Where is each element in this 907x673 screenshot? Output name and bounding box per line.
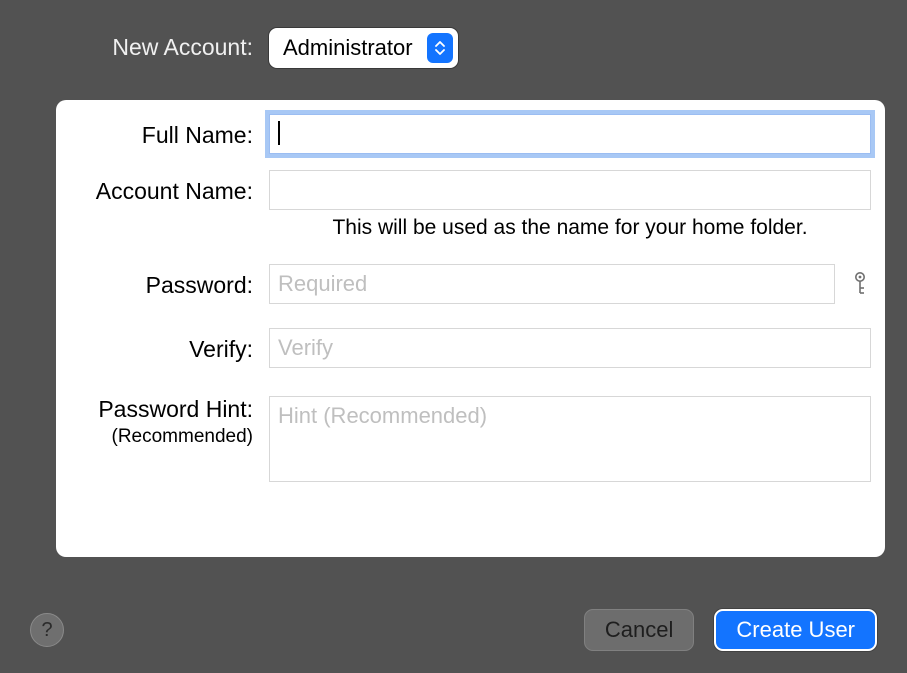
- account-name-row: Account Name: This will be used as the n…: [56, 170, 871, 240]
- full-name-label: Full Name:: [56, 114, 261, 150]
- password-row: Password:: [56, 264, 871, 304]
- full-name-row: Full Name:: [56, 114, 871, 154]
- help-button[interactable]: ?: [30, 613, 64, 647]
- password-input[interactable]: [269, 264, 835, 304]
- create-user-form-panel: Full Name: Account Name: This will be us…: [56, 100, 885, 557]
- password-hint-input[interactable]: [269, 396, 871, 482]
- cancel-button[interactable]: Cancel: [584, 609, 694, 651]
- full-name-input[interactable]: [269, 114, 871, 154]
- verify-row: Verify:: [56, 328, 871, 368]
- create-user-button[interactable]: Create User: [714, 609, 877, 651]
- account-name-input[interactable]: [269, 170, 871, 210]
- chevron-up-down-icon: [427, 33, 453, 63]
- account-name-label: Account Name:: [56, 170, 261, 206]
- new-account-label: New Account:: [56, 34, 261, 62]
- verify-label: Verify:: [56, 328, 261, 364]
- dialog-footer: ? Cancel Create User: [0, 609, 907, 651]
- key-icon[interactable]: [849, 269, 871, 299]
- account-name-hint: This will be used as the name for your h…: [269, 216, 871, 240]
- new-account-row: New Account: Administrator: [56, 28, 851, 68]
- verify-input[interactable]: [269, 328, 871, 368]
- password-hint-row: Password Hint: (Recommended): [56, 396, 871, 488]
- account-type-select[interactable]: Administrator: [269, 28, 458, 68]
- password-hint-label: Password Hint: (Recommended): [56, 396, 261, 448]
- password-hint-sublabel: (Recommended): [56, 426, 253, 449]
- account-type-value: Administrator: [283, 35, 427, 61]
- text-caret: [278, 121, 280, 145]
- password-label: Password:: [56, 264, 261, 300]
